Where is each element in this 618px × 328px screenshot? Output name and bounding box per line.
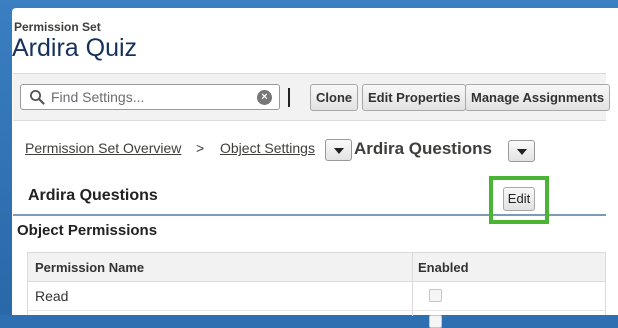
breadcrumb-object-settings-link[interactable]: Object Settings bbox=[220, 140, 315, 156]
row-2-enabled-checkbox[interactable] bbox=[429, 315, 442, 328]
page-eyebrow: Permission Set bbox=[14, 20, 101, 34]
toolbar-divider bbox=[288, 88, 290, 107]
row-divider bbox=[28, 310, 605, 311]
manage-assignments-button[interactable]: Manage Assignments bbox=[465, 84, 611, 111]
column-header-enabled: Enabled bbox=[418, 260, 469, 275]
object-settings-dropdown-button[interactable] bbox=[325, 139, 352, 161]
column-header-permission-name: Permission Name bbox=[35, 260, 145, 275]
table-row-name: Read bbox=[35, 288, 69, 304]
permissions-table: Permission Name Enabled Read bbox=[27, 252, 606, 328]
search-box: × bbox=[20, 84, 280, 110]
table-header: Permission Name Enabled bbox=[28, 253, 605, 282]
page-title: Ardira Quiz bbox=[12, 34, 138, 62]
edit-properties-button[interactable]: Edit Properties bbox=[362, 84, 467, 111]
column-divider bbox=[412, 253, 413, 316]
breadcrumb-overview-link[interactable]: Permission Set Overview bbox=[25, 140, 181, 156]
breadcrumb-current: Ardira Questions bbox=[354, 139, 492, 158]
edit-button[interactable]: Edit bbox=[503, 187, 535, 211]
breadcrumb-separator: > bbox=[196, 140, 205, 156]
read-enabled-checkbox[interactable] bbox=[429, 289, 442, 302]
search-input[interactable] bbox=[51, 88, 251, 106]
clone-button[interactable]: Clone bbox=[310, 84, 359, 111]
search-icon bbox=[30, 90, 45, 105]
object-dropdown-button[interactable] bbox=[508, 140, 535, 162]
section-title: Ardira Questions bbox=[28, 187, 158, 204]
clear-icon[interactable]: × bbox=[257, 90, 272, 105]
object-permissions-title: Object Permissions bbox=[17, 222, 158, 239]
